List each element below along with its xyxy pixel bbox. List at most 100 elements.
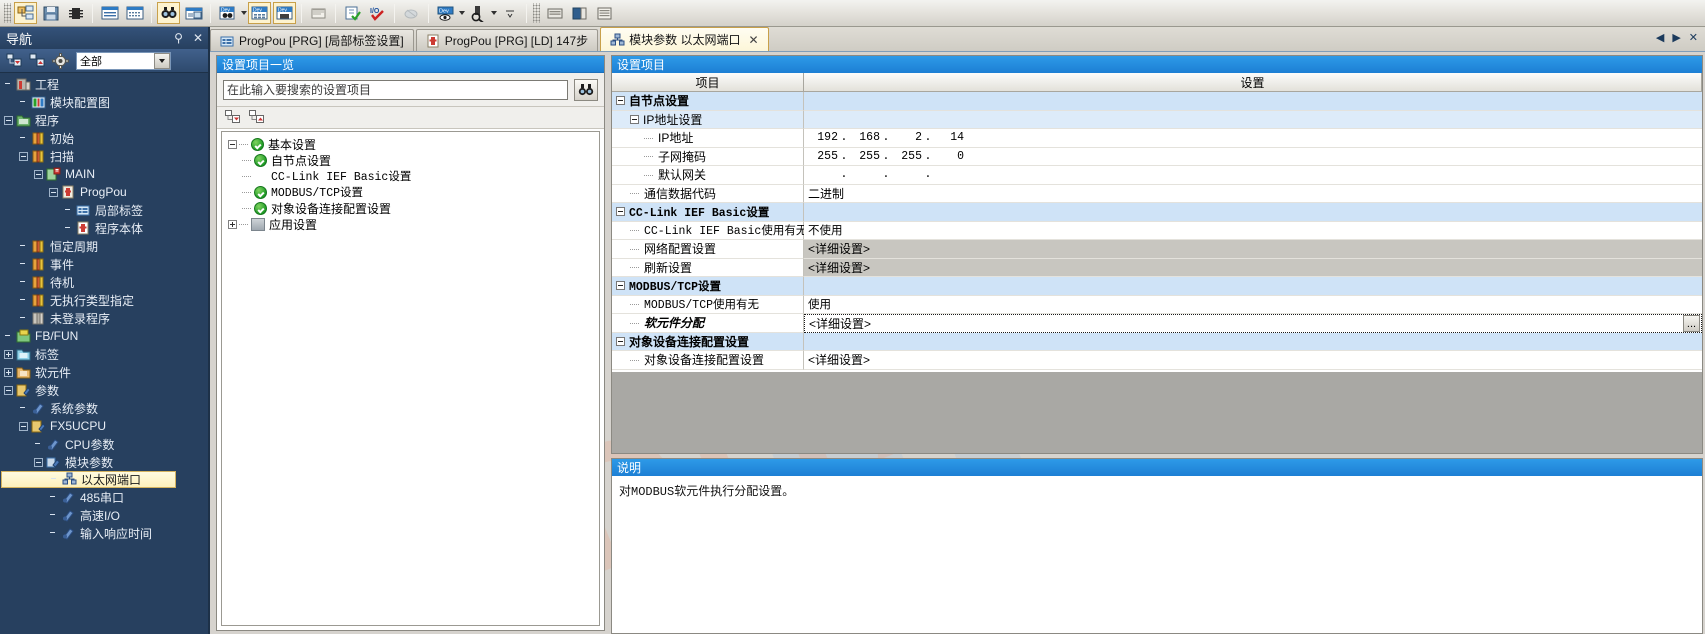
- settings-row-item[interactable]: 自节点设置: [612, 92, 804, 111]
- settings-row[interactable]: IP地址设置: [612, 110, 1702, 129]
- chevron-down-icon[interactable]: [459, 11, 465, 15]
- nav-tree-item[interactable]: 局部标签: [0, 201, 208, 219]
- online-write-icon[interactable]: [400, 2, 423, 24]
- collapse-icon[interactable]: [4, 385, 13, 395]
- settings-category-item[interactable]: CC-Link IEF Basic设置: [226, 168, 599, 184]
- nav-tree-item[interactable]: 标签: [0, 345, 208, 363]
- settings-row-value[interactable]: [804, 332, 1702, 351]
- ip-octet[interactable]: 2: [892, 131, 922, 144]
- collapse-icon[interactable]: [34, 169, 43, 179]
- save-icon[interactable]: [39, 2, 62, 24]
- settings-row-item[interactable]: IP地址设置: [612, 110, 804, 129]
- collapse-icon[interactable]: [616, 336, 625, 346]
- toolbar-grip[interactable]: [4, 3, 11, 23]
- settings-row[interactable]: IP地址 192. 168. 2. 14: [612, 129, 1702, 148]
- close-icon[interactable]: ✕: [748, 33, 758, 47]
- settings-row[interactable]: 自节点设置: [612, 92, 1702, 111]
- ip-octet[interactable]: 255: [850, 150, 880, 163]
- settings-category-item[interactable]: 对象设备连接配置设置: [226, 200, 599, 216]
- toolbar-grip[interactable]: [533, 3, 540, 23]
- ip-address-value[interactable]: ...: [808, 168, 964, 181]
- nav-tree-item[interactable]: CPU参数: [0, 435, 208, 453]
- settings-row-value[interactable]: <详细设置>: [804, 258, 1702, 277]
- close-icon[interactable]: ✕: [188, 31, 208, 45]
- window-tile-icon[interactable]: [543, 2, 566, 24]
- expand-icon[interactable]: [4, 349, 13, 359]
- comment-icon[interactable]: [307, 2, 330, 24]
- toolbar-overflow-icon[interactable]: [498, 2, 521, 24]
- settings-row-value[interactable]: 255. 255. 255. 0: [804, 147, 1702, 166]
- settings-grid-body[interactable]: 自节点设置 IP地址设置 IP地址 192. 168. 2. 14 子网掩码 255. 255. 2…: [612, 92, 1702, 453]
- simulation-icon[interactable]: [466, 2, 489, 24]
- settings-row-item[interactable]: 对象设备连接配置设置: [612, 351, 804, 370]
- settings-row[interactable]: 对象设备连接配置设置: [612, 332, 1702, 351]
- nav-tree-item[interactable]: 输入响应时间: [0, 524, 208, 542]
- settings-row[interactable]: MODBUS/TCP使用有无 使用: [612, 295, 1702, 314]
- settings-row[interactable]: 默认网关...: [612, 166, 1702, 185]
- settings-row-item[interactable]: MODBUS/TCP使用有无: [612, 295, 804, 314]
- binoculars-icon[interactable]: [574, 78, 598, 101]
- window-list-icon[interactable]: [593, 2, 616, 24]
- settings-row[interactable]: CC-Link IEF Basic设置: [612, 203, 1702, 222]
- device-monitor-icon[interactable]: Dev: [273, 2, 296, 24]
- ip-octet[interactable]: 168: [850, 131, 880, 144]
- settings-row-value[interactable]: [804, 92, 1702, 111]
- tab-scroll-close-icon[interactable]: ✕: [1686, 31, 1701, 44]
- project-tree-icon[interactable]: [14, 2, 37, 24]
- nav-tree-item[interactable]: 恒定周期: [0, 237, 208, 255]
- collapse-icon[interactable]: [49, 187, 58, 197]
- nav-tree-item[interactable]: 程序: [0, 111, 208, 129]
- expand-all-icon[interactable]: [247, 109, 267, 127]
- settings-category-item[interactable]: 自节点设置: [226, 152, 599, 168]
- settings-row-value[interactable]: <详细设置>: [804, 351, 1702, 370]
- device-watch-icon[interactable]: Dev: [434, 2, 457, 24]
- nav-tree-item[interactable]: 软元件: [0, 363, 208, 381]
- collapse-icon[interactable]: [616, 281, 625, 291]
- nav-tree-item[interactable]: FB/FUN: [0, 327, 208, 345]
- open-detail-dialog-button[interactable]: ...: [1683, 315, 1700, 332]
- chevron-down-icon[interactable]: [241, 11, 247, 15]
- window-cascade-icon[interactable]: [568, 2, 591, 24]
- settings-row-value[interactable]: 不使用: [804, 221, 1702, 240]
- collapse-tree-icon[interactable]: [4, 51, 24, 70]
- collapse-icon[interactable]: [616, 207, 625, 217]
- settings-row-item[interactable]: CC-Link IEF Basic使用有无: [612, 221, 807, 240]
- collapse-icon[interactable]: [4, 115, 13, 125]
- tab-scroll-right-icon[interactable]: ▶: [1669, 31, 1683, 44]
- nav-tree-item[interactable]: MAIN: [0, 165, 208, 183]
- collapse-icon[interactable]: [19, 421, 28, 431]
- settings-row-item[interactable]: 通信数据代码: [612, 184, 804, 203]
- nav-tree-item[interactable]: 未登录程序: [0, 309, 208, 327]
- collapse-icon[interactable]: [630, 114, 639, 124]
- find-icon[interactable]: [157, 2, 180, 24]
- nav-tree-item[interactable]: 485串口: [0, 488, 208, 506]
- settings-row[interactable]: 刷新设置 <详细设置>: [612, 258, 1702, 277]
- nav-tree-item[interactable]: 参数: [0, 381, 208, 399]
- settings-row-item[interactable]: 网络配置设置: [612, 240, 804, 259]
- ip-octet[interactable]: 0: [934, 150, 964, 163]
- nav-tree-item[interactable]: 系统参数: [0, 399, 208, 417]
- settings-row-item[interactable]: CC-Link IEF Basic设置: [612, 203, 804, 222]
- collapse-icon[interactable]: [34, 457, 43, 467]
- settings-row-value[interactable]: [804, 203, 1702, 222]
- device-batch-icon[interactable]: Dev: [248, 2, 271, 24]
- settings-row-value[interactable]: <详细设置>...: [804, 314, 1702, 333]
- chevron-down-icon[interactable]: [491, 11, 497, 15]
- nav-tree-item[interactable]: 工程: [0, 75, 208, 93]
- nav-tree-item[interactable]: 事件: [0, 255, 208, 273]
- collapse-icon[interactable]: [228, 139, 237, 149]
- nav-tree-item[interactable]: 扫描: [0, 147, 208, 165]
- settings-category-tree[interactable]: 基本设置 自节点设置 CC-Link IEF Basic设置 MODBUS/TCP设置…: [221, 131, 600, 626]
- settings-row-item[interactable]: IP地址: [612, 129, 804, 148]
- settings-row[interactable]: MODBUS/TCP设置: [612, 277, 1702, 296]
- replace-icon[interactable]: [182, 2, 205, 24]
- nav-tree-item[interactable]: 模块配置图: [0, 93, 208, 111]
- settings-row[interactable]: 通信数据代码 二进制: [612, 184, 1702, 203]
- settings-row-value[interactable]: <详细设置>: [804, 240, 1702, 259]
- settings-row[interactable]: 对象设备连接配置设置 <详细设置>: [612, 351, 1702, 370]
- nav-tree-item[interactable]: ProgPou: [0, 183, 208, 201]
- nav-tree-item[interactable]: 无执行类型指定: [0, 291, 208, 309]
- settings-row-value[interactable]: [804, 277, 1702, 296]
- io-assignment-icon[interactable]: I/O: [366, 2, 389, 24]
- settings-row[interactable]: CC-Link IEF Basic使用有无 不使用: [612, 221, 1702, 240]
